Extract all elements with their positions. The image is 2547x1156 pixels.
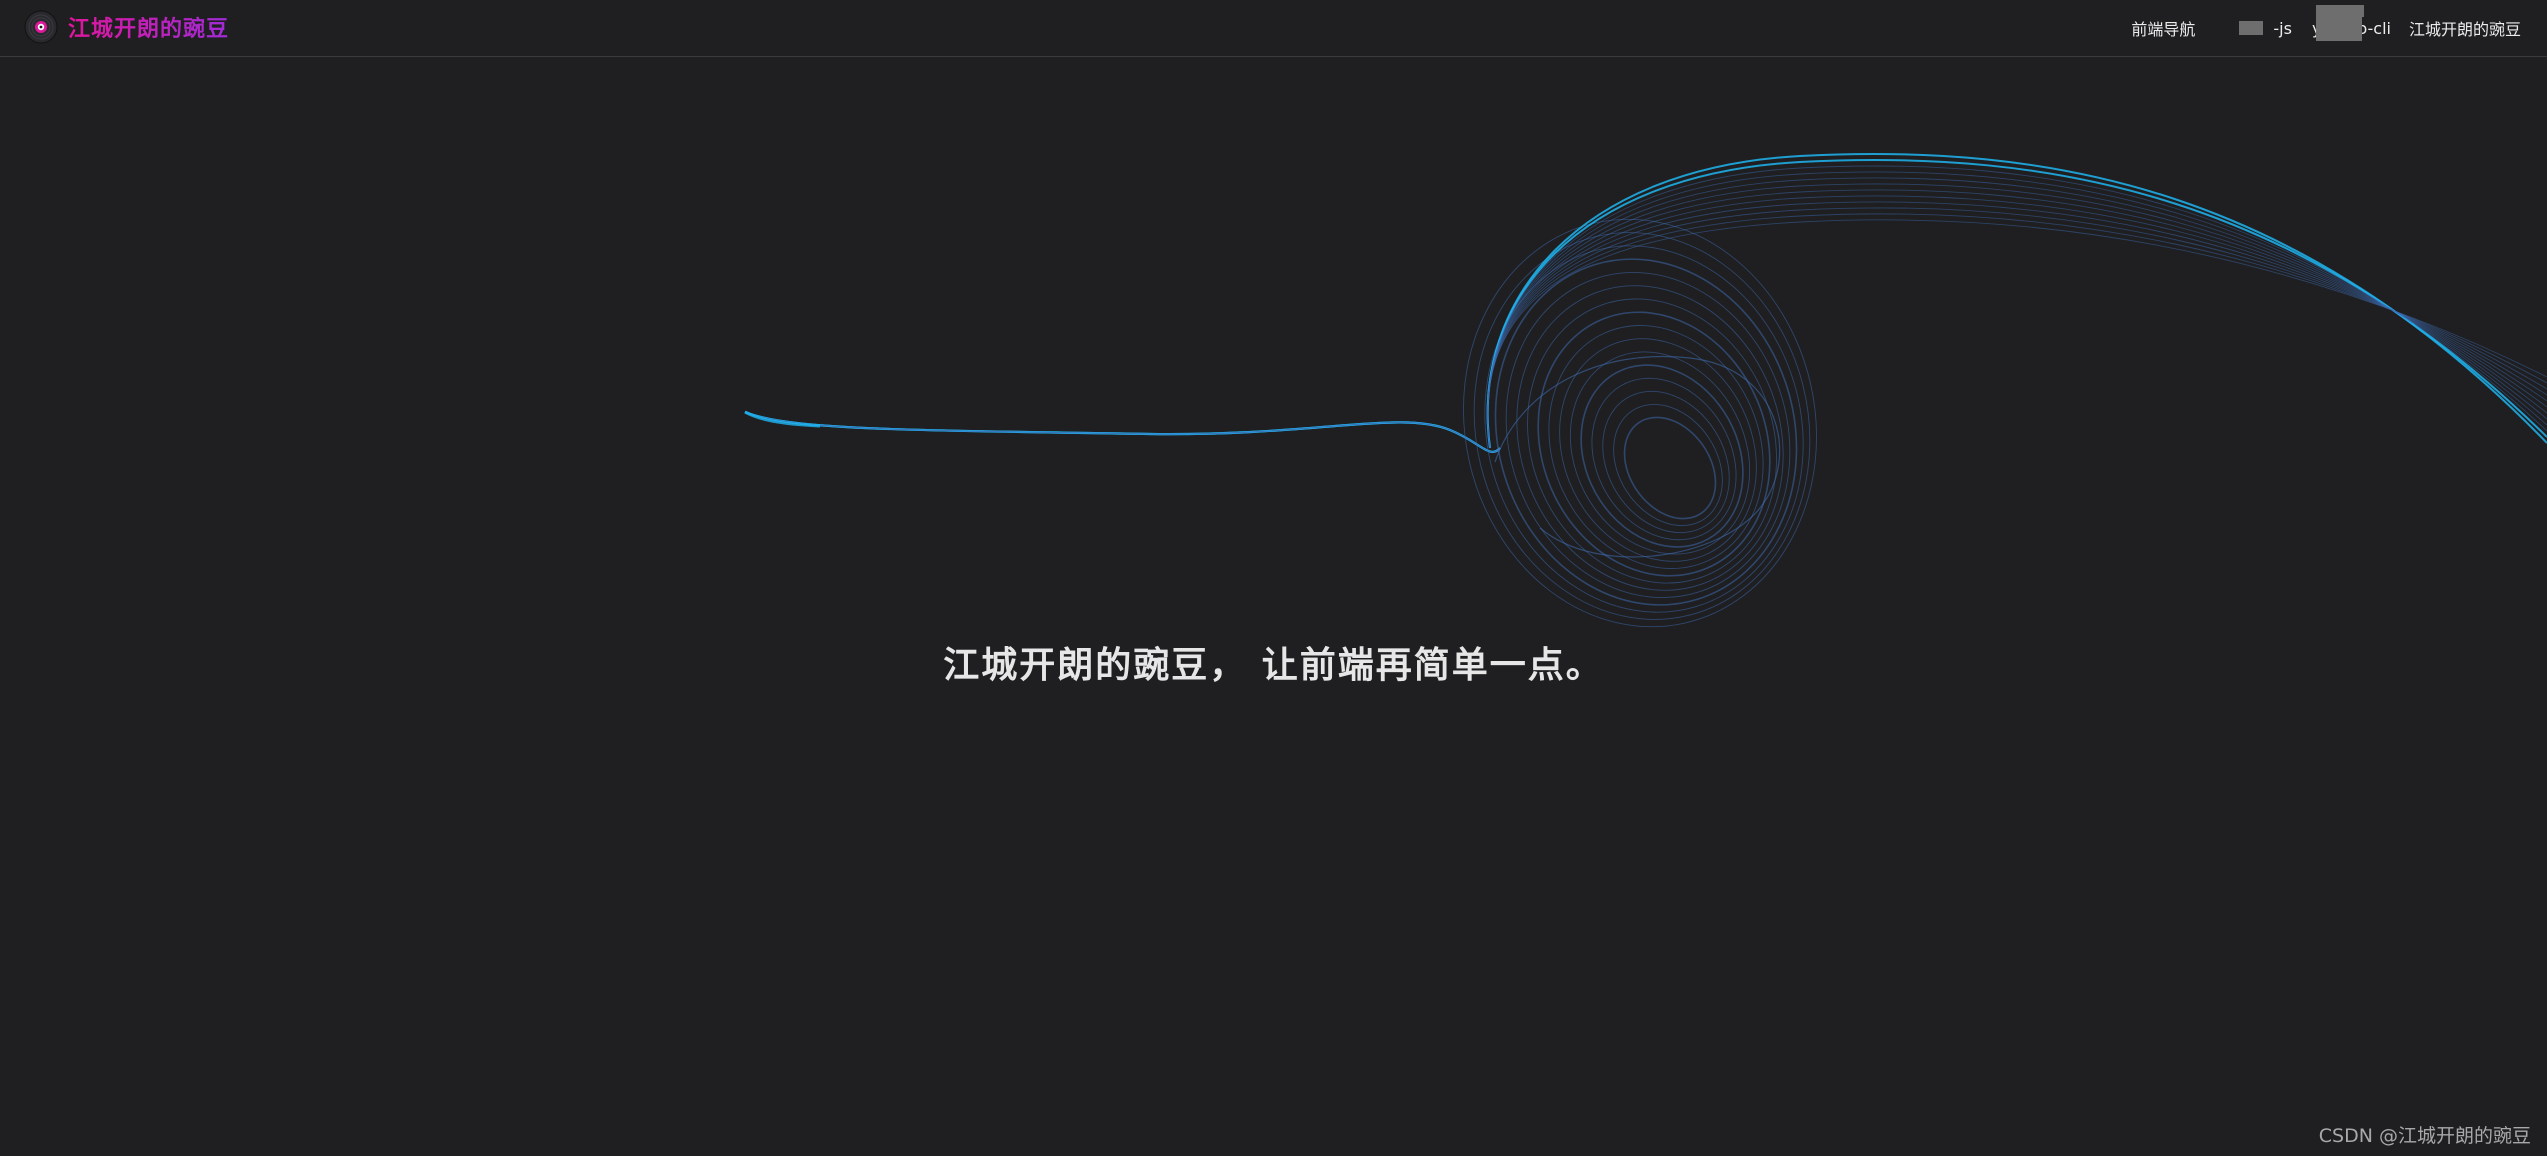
page: 江城开朗的豌豆 前端导航 -js yo-cli 江城开朗的豌豆 江城开朗的豌豆，… (0, 0, 2547, 1156)
swirl-loop (1494, 258, 1798, 606)
nav-item-frontend-nav[interactable]: 前端导航 (2129, 16, 2197, 40)
swirl-strand (744, 410, 821, 428)
brand[interactable]: 江城开朗的豌豆 (24, 9, 229, 45)
swirl-strand (1487, 219, 2547, 449)
swirl-strand (744, 410, 1501, 454)
nav-item-cli[interactable]: yo-cli (2310, 4, 2391, 41)
swirl-loop (1484, 245, 1804, 613)
nav-item-cli-label: o-cli (2357, 18, 2391, 38)
swirl-strand (744, 411, 1501, 453)
hero-stage (0, 58, 2547, 1156)
swirl-strand (744, 410, 1501, 454)
swirl-strand (1486, 152, 2547, 449)
redaction-block (2239, 20, 2264, 35)
swirl-strand (744, 411, 1501, 453)
swirl-strand (1487, 171, 2547, 449)
swirl-loop (1602, 390, 1730, 534)
swirl-strand (1487, 213, 2547, 449)
vinyl-record-icon (24, 10, 58, 44)
swirl-strand (744, 411, 1501, 453)
nav-item-js[interactable]: -js (2213, 19, 2294, 38)
redaction-block (2341, 4, 2364, 17)
swirl-strand (744, 411, 1501, 453)
swirl-loop (1623, 416, 1717, 520)
top-navbar: 江城开朗的豌豆 前端导航 -js yo-cli 江城开朗的豌豆 (0, 0, 2547, 57)
swirl-loop (1548, 325, 1764, 569)
swirl-loop (1463, 218, 1817, 628)
footer-credit: CSDN @江城开朗的豌豆 (2318, 1125, 2531, 1147)
decorative-swirl-animation (744, 152, 2547, 628)
site-title[interactable]: 江城开朗的豌豆 (68, 11, 229, 43)
nav-item-js-label: -js (2273, 18, 2292, 38)
main-nav: 前端导航 -js yo-cli 江城开朗的豌豆 (2129, 0, 2523, 56)
hero-tagline: 江城开朗的豌豆， 让前端再简单一点。 (943, 645, 1604, 686)
nav-item-blog[interactable]: 江城开朗的豌豆 (2407, 16, 2523, 40)
